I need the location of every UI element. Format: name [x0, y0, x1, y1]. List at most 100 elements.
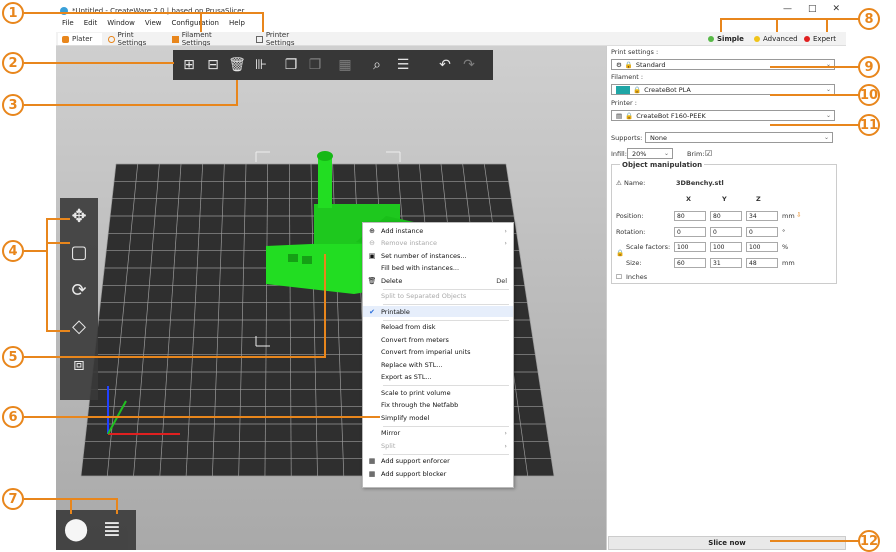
- delete-icon[interactable]: ⊟: [203, 55, 223, 75]
- mode-advanced[interactable]: Advanced: [754, 33, 798, 45]
- lock-scale-icon[interactable]: 🔒: [616, 249, 624, 257]
- mode-expert[interactable]: Expert: [804, 33, 836, 45]
- context-menu-item[interactable]: Split to Separated Objects: [363, 291, 513, 302]
- printer-value: CreateBot F160-PEEK: [636, 111, 706, 120]
- position-x-field[interactable]: 80: [674, 211, 706, 221]
- undo-icon[interactable]: ↶: [435, 55, 455, 75]
- chevron-down-icon: ⌄: [663, 150, 669, 157]
- search-icon[interactable]: ⌕: [367, 55, 387, 75]
- slice-now-button[interactable]: Slice now: [608, 536, 846, 550]
- redo-icon[interactable]: ↷: [459, 55, 479, 75]
- context-menu-item[interactable]: 🗑 Delete Del: [363, 275, 513, 286]
- context-menu-item[interactable]: Split ›: [363, 440, 513, 451]
- menu-edit[interactable]: Edit: [84, 19, 98, 31]
- 3d-view-icon[interactable]: ⬤: [62, 516, 90, 544]
- context-menu-item[interactable]: ▣ Set number of instances...: [363, 250, 513, 261]
- rotation-label: Rotation:: [616, 228, 646, 236]
- callout-leader-line: [46, 218, 70, 220]
- add-instance-icon[interactable]: ▦: [335, 55, 355, 75]
- supports-combo[interactable]: None ⌄: [645, 132, 833, 143]
- context-menu-item[interactable]: Fill bed with instances...: [363, 263, 513, 274]
- menu-item-icon: ▦: [368, 469, 376, 478]
- print-settings-combo[interactable]: ⚙ 🔒 Standard ⌄: [611, 59, 835, 70]
- callout-leader-line: [770, 124, 860, 126]
- context-menu-item[interactable]: Scale to print volume: [363, 387, 513, 398]
- context-menu-item[interactable]: ▦ Add support blocker: [363, 468, 513, 479]
- context-menu-item[interactable]: ⊖ Remove instance ›: [363, 238, 513, 249]
- rotate-icon[interactable]: ⟳: [64, 276, 94, 306]
- menu-item-label: Set number of instances...: [381, 251, 467, 260]
- callout-leader-line: [64, 12, 264, 14]
- callout-leader-line: [24, 104, 238, 106]
- arrange-icon[interactable]: ⊪: [251, 55, 271, 75]
- filament-color-swatch[interactable]: [616, 85, 630, 94]
- tab-filament-settings[interactable]: Filament Settings: [168, 31, 244, 47]
- lock-icon: 🔒: [624, 60, 633, 69]
- axis-z-label: Z: [756, 195, 761, 203]
- menu-item-label: Add instance: [381, 226, 424, 235]
- rotation-x-field[interactable]: 0: [674, 227, 706, 237]
- menu-view[interactable]: View: [145, 19, 162, 31]
- preview-layers-icon[interactable]: ≣: [98, 516, 126, 544]
- copy-icon[interactable]: ❐: [281, 55, 301, 75]
- callout-number: 9: [858, 56, 880, 78]
- scale-y-field[interactable]: 100: [710, 242, 742, 252]
- menu-help[interactable]: Help: [229, 19, 245, 31]
- mode-simple[interactable]: Simple: [708, 33, 744, 45]
- delete-all-icon[interactable]: 🗑: [227, 55, 247, 75]
- context-menu-item[interactable]: Convert from imperial units: [363, 347, 513, 358]
- rotation-y-field[interactable]: 0: [710, 227, 742, 237]
- callout-leader-line: [46, 330, 70, 332]
- print-settings-value: Standard: [635, 60, 666, 69]
- filament-value: CreateBot PLA: [644, 85, 691, 94]
- 3d-viewport[interactable]: [56, 46, 606, 550]
- context-menu-item[interactable]: Simplify model: [363, 412, 513, 423]
- title-bar: *Untitled - CreateWare 2.0 | based on Pr…: [56, 4, 846, 18]
- context-menu-item[interactable]: Fix through the Netfabb: [363, 400, 513, 411]
- context-menu-item[interactable]: Export as STL...: [363, 372, 513, 383]
- menu-configuration[interactable]: Configuration: [172, 19, 219, 31]
- layers-icon[interactable]: ☰: [393, 55, 413, 75]
- inches-checkbox[interactable]: ☐: [616, 273, 622, 281]
- menu-file[interactable]: File: [62, 19, 74, 31]
- scale-z-field[interactable]: 100: [746, 242, 778, 252]
- context-menu-item[interactable]: Convert from meters: [363, 334, 513, 345]
- rotation-z-field[interactable]: 0: [746, 227, 778, 237]
- paste-icon[interactable]: ❐: [305, 55, 325, 75]
- position-z-field[interactable]: 34: [746, 211, 778, 221]
- context-menu-item[interactable]: Reload from disk: [363, 322, 513, 333]
- supports-label: Supports:: [611, 134, 643, 142]
- tab-printer-settings[interactable]: Printer Settings: [252, 31, 322, 47]
- context-menu-item[interactable]: ▦ Add support enforcer: [363, 456, 513, 467]
- context-menu-item[interactable]: Replace with STL...: [363, 359, 513, 370]
- context-menu-item[interactable]: Mirror ›: [363, 428, 513, 439]
- callout-number: 12: [858, 530, 880, 552]
- close-button[interactable]: ✕: [832, 4, 840, 14]
- cut-icon[interactable]: ⧈: [64, 350, 94, 380]
- scale-x-field[interactable]: 100: [674, 242, 706, 252]
- place-on-face-icon[interactable]: ◇: [64, 312, 94, 342]
- menu-item-label: Reload from disk: [381, 323, 436, 331]
- move-icon[interactable]: ✥: [64, 202, 94, 232]
- callout-leader-line: [262, 12, 264, 32]
- add-icon[interactable]: ⊞: [179, 55, 199, 75]
- minimize-button[interactable]: —: [783, 4, 792, 14]
- context-menu-item[interactable]: ⊕ Add instance ›: [363, 225, 513, 236]
- submenu-arrow-icon: ›: [504, 239, 507, 247]
- callout-number: 7: [2, 488, 24, 510]
- size-z-field[interactable]: 48: [746, 258, 778, 268]
- size-y-field[interactable]: 31: [710, 258, 742, 268]
- size-x-field[interactable]: 60: [674, 258, 706, 268]
- context-menu-item[interactable]: ✔ Printable: [363, 306, 513, 317]
- supports-value: None: [650, 133, 667, 142]
- menu-window[interactable]: Window: [107, 19, 135, 31]
- mode-expert-label: Expert: [813, 35, 836, 43]
- tab-plater[interactable]: Plater: [58, 33, 102, 45]
- brim-checkbox[interactable]: ☑: [705, 149, 712, 158]
- infill-combo[interactable]: 20% ⌄: [627, 148, 673, 159]
- maximize-button[interactable]: □: [808, 4, 817, 14]
- printer-combo[interactable]: ▤ 🔒 CreateBot F160-PEEK ⌄: [611, 110, 835, 121]
- drop-to-bed-icon[interactable]: ⇩: [796, 211, 801, 219]
- tab-print-settings[interactable]: Print Settings: [104, 31, 164, 47]
- position-y-field[interactable]: 80: [710, 211, 742, 221]
